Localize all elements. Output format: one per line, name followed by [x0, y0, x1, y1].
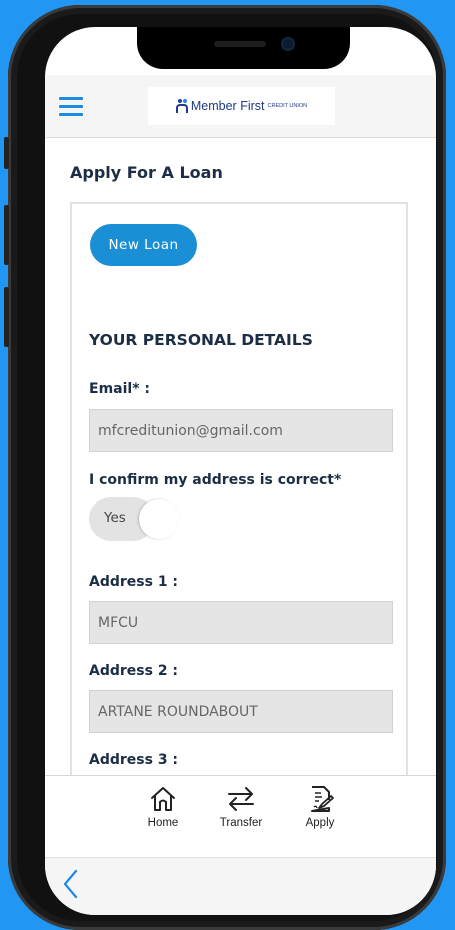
- nav-transfer[interactable]: Transfer: [213, 784, 269, 844]
- email-label: Email* :: [89, 381, 150, 397]
- logo: Member First CREDIT UNION: [148, 87, 335, 125]
- home-icon: [151, 787, 175, 811]
- address3-label: Address 3 :: [89, 752, 179, 768]
- back-chevron-icon[interactable]: [61, 868, 81, 900]
- logo-subtext: CREDIT UNION: [267, 103, 308, 109]
- bottom-nav: Home Transfer Apply: [45, 775, 436, 858]
- hamburger-menu-icon[interactable]: [59, 97, 83, 117]
- app-header: Member First CREDIT UNION: [45, 75, 436, 138]
- camera: [283, 39, 293, 49]
- notch: [137, 27, 350, 69]
- mute-switch: [4, 137, 9, 169]
- nav-apply-label: Apply: [305, 817, 335, 829]
- toggle-label: Yes: [104, 510, 126, 526]
- browser-bottom-bar: [45, 857, 436, 915]
- screen: Member First CREDIT UNION Apply For A Lo…: [45, 27, 436, 915]
- confirm-address-toggle[interactable]: Yes: [89, 497, 179, 541]
- address1-label: Address 1 :: [89, 574, 179, 590]
- section-title: YOUR PERSONAL DETAILS: [89, 331, 313, 349]
- address2-field[interactable]: [89, 690, 393, 733]
- volume-down-button: [4, 287, 9, 347]
- phone-frame: Member First CREDIT UNION Apply For A Lo…: [4, 5, 446, 930]
- logo-mark-icon: [175, 99, 190, 113]
- nav-transfer-label: Transfer: [219, 817, 263, 829]
- volume-up-button: [4, 205, 9, 265]
- address1-field[interactable]: [89, 601, 393, 644]
- toggle-knob: [139, 499, 179, 539]
- address2-label: Address 2 :: [89, 663, 179, 679]
- nav-home[interactable]: Home: [135, 784, 191, 844]
- logo-text: Member First: [190, 99, 265, 113]
- page-title: Apply For A Loan: [70, 163, 223, 182]
- new-loan-button[interactable]: New Loan: [90, 224, 197, 266]
- transfer-icon: [228, 787, 254, 811]
- confirm-address-label: I confirm my address is correct*: [89, 472, 342, 488]
- email-field[interactable]: [89, 409, 393, 452]
- nav-apply[interactable]: Apply: [292, 784, 348, 844]
- speaker: [214, 41, 266, 47]
- nav-home-label: Home: [147, 817, 179, 829]
- apply-icon: [311, 786, 334, 812]
